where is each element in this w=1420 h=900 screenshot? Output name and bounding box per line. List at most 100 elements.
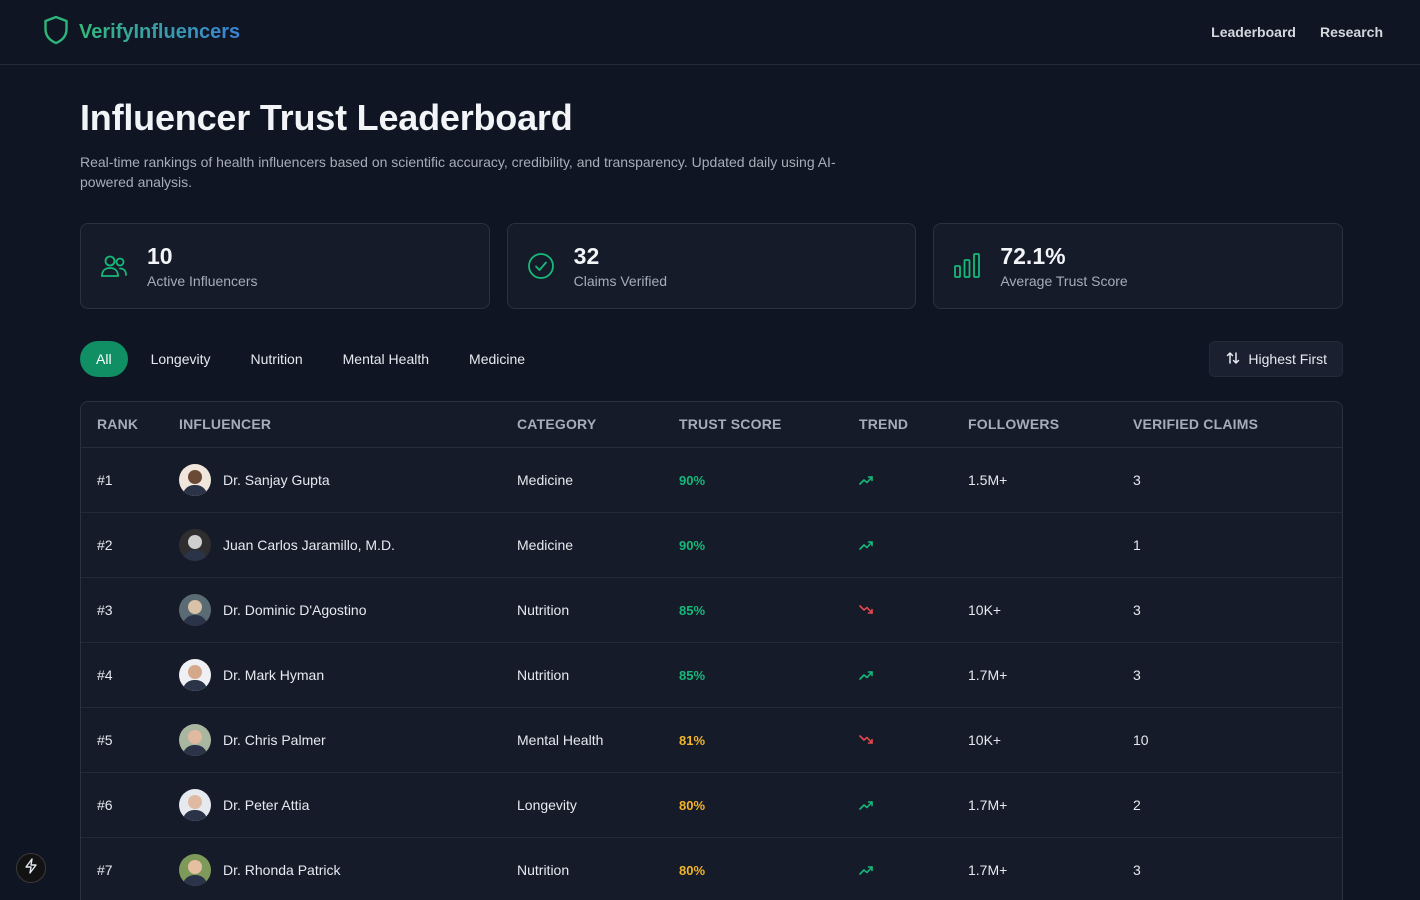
trend-up-icon — [859, 472, 873, 488]
followers-cell: 1.5M+ — [968, 447, 1133, 513]
filter-longevity[interactable]: Longevity — [131, 341, 231, 377]
influencer-cell: Dr. Sanjay Gupta — [179, 447, 517, 513]
col-influencer[interactable]: INFLUENCER — [179, 402, 517, 448]
trust-score: 80% — [679, 862, 706, 878]
table-header-row: RANK INFLUENCER CATEGORY TRUST SCORE TRE… — [81, 402, 1342, 448]
category-cell: Medicine — [517, 447, 679, 513]
category-cell: Mental Health — [517, 707, 679, 773]
stat-value: 10 — [147, 243, 173, 269]
rank-cell: #7 — [81, 837, 179, 900]
table-row[interactable]: #6 Dr. Peter Attia Longevity 80% 1.7M+ 2 — [81, 772, 1342, 838]
trend-up-icon — [859, 797, 873, 813]
brand-name: VerifyInfluencers — [79, 20, 241, 43]
rank-cell: #6 — [81, 772, 179, 838]
dev-tools-button[interactable] — [16, 853, 46, 883]
verified-claims-cell: 1 — [1133, 512, 1342, 578]
nav-research[interactable]: Research — [1320, 24, 1383, 40]
avatar[interactable] — [179, 593, 211, 626]
main-content: Influencer Trust Leaderboard Real-time r… — [0, 97, 1420, 900]
followers-cell: 1.7M+ — [968, 772, 1133, 838]
brand[interactable]: VerifyInfluencers — [43, 15, 240, 50]
table-row[interactable]: #7 Dr. Rhonda Patrick Nutrition 80% 1.7M… — [81, 837, 1342, 900]
table-row[interactable]: #1 Dr. Sanjay Gupta Medicine 90% 1.5M+ 3 — [81, 447, 1342, 513]
col-verified-claims[interactable]: VERIFIED CLAIMS — [1133, 402, 1342, 448]
followers-cell: 10K+ — [968, 577, 1133, 643]
trust-score-cell: 85% — [679, 642, 859, 708]
verified-claims-cell: 3 — [1133, 837, 1342, 900]
influencer-cell: Dr. Dominic D'Agostino — [179, 577, 517, 643]
category-cell: Nutrition — [517, 642, 679, 708]
influencer-name[interactable]: Dr. Peter Attia — [223, 797, 309, 813]
verified-claims-cell: 10 — [1133, 707, 1342, 773]
table-row[interactable]: #4 Dr. Mark Hyman Nutrition 85% 1.7M+ 3 — [81, 642, 1342, 708]
trust-score-cell: 85% — [679, 577, 859, 643]
page-title: Influencer Trust Leaderboard — [80, 97, 573, 138]
influencer-name[interactable]: Dr. Mark Hyman — [223, 667, 324, 683]
rank-cell: #5 — [81, 707, 179, 773]
trust-score: 85% — [679, 602, 706, 618]
category-cell: Nutrition — [517, 577, 679, 643]
influencer-name[interactable]: Dr. Dominic D'Agostino — [223, 602, 367, 618]
stat-label: Active Influencers — [147, 273, 258, 289]
trend-cell — [859, 837, 968, 900]
filter-nutrition[interactable]: Nutrition — [231, 341, 323, 377]
col-trend[interactable]: TREND — [859, 402, 968, 448]
leaderboard-table: RANK INFLUENCER CATEGORY TRUST SCORE TRE… — [80, 401, 1343, 900]
avatar[interactable] — [179, 528, 211, 561]
influencer-name[interactable]: Dr. Sanjay Gupta — [223, 472, 330, 488]
sort-arrows-icon — [1226, 351, 1240, 368]
influencer-name[interactable]: Dr. Chris Palmer — [223, 732, 326, 748]
filter-bar: All Longevity Nutrition Mental Health Me… — [80, 341, 1343, 377]
sort-button[interactable]: Highest First — [1209, 341, 1343, 377]
col-category[interactable]: CATEGORY — [517, 402, 679, 448]
stats-row: 10 Active Influencers 32 Claims Verified — [80, 223, 1344, 309]
table-row[interactable]: #3 Dr. Dominic D'Agostino Nutrition 85% … — [81, 577, 1342, 643]
category-filters: All Longevity Nutrition Mental Health Me… — [80, 341, 545, 377]
followers-cell: 10K+ — [968, 707, 1133, 773]
filter-all[interactable]: All — [80, 341, 128, 377]
shield-icon — [43, 15, 69, 50]
sort-label: Highest First — [1248, 351, 1327, 367]
main-nav: Leaderboard Research — [1211, 24, 1383, 40]
trend-cell — [859, 642, 968, 708]
stat-value: 32 — [573, 243, 600, 269]
col-followers[interactable]: FOLLOWERS — [968, 402, 1133, 448]
trust-score-cell: 90% — [679, 447, 859, 513]
trust-score: 81% — [679, 732, 706, 748]
avatar[interactable] — [179, 658, 211, 691]
table-row[interactable]: #5 Dr. Chris Palmer Mental Health 81% 10… — [81, 707, 1342, 773]
trust-score-cell: 90% — [679, 512, 859, 578]
filter-medicine[interactable]: Medicine — [449, 341, 545, 377]
trend-cell — [859, 707, 968, 773]
trust-score-cell: 81% — [679, 707, 859, 773]
influencer-name[interactable]: Juan Carlos Jaramillo, M.D. — [223, 537, 395, 553]
rank-cell: #2 — [81, 512, 179, 578]
stat-card-active-influencers: 10 Active Influencers — [80, 223, 490, 309]
trust-score-cell: 80% — [679, 772, 859, 838]
influencer-name[interactable]: Dr. Rhonda Patrick — [223, 862, 341, 878]
avatar[interactable] — [179, 463, 211, 496]
filter-mental-health[interactable]: Mental Health — [323, 341, 449, 377]
stat-label: Average Trust Score — [1000, 273, 1128, 289]
trust-score: 85% — [679, 667, 706, 683]
influencer-cell: Dr. Peter Attia — [179, 772, 517, 838]
trust-score-cell: 80% — [679, 837, 859, 900]
table-row[interactable]: #2 Juan Carlos Jaramillo, M.D. Medicine … — [81, 512, 1342, 578]
followers-cell — [968, 512, 1133, 578]
avatar[interactable] — [179, 788, 211, 821]
nav-leaderboard[interactable]: Leaderboard — [1211, 24, 1296, 40]
trend-cell — [859, 772, 968, 838]
trend-cell — [859, 577, 968, 643]
influencer-cell: Juan Carlos Jaramillo, M.D. — [179, 512, 517, 578]
trend-up-icon — [859, 537, 873, 553]
avatar[interactable] — [179, 723, 211, 756]
stat-card-claims-verified: 32 Claims Verified — [506, 223, 917, 309]
stat-value: 72.1% — [1000, 243, 1066, 269]
check-circle-icon — [526, 251, 556, 281]
col-trust-score[interactable]: TRUST SCORE — [679, 402, 859, 448]
stat-card-average-trust-score: 72.1% Average Trust Score — [933, 223, 1344, 309]
col-rank[interactable]: RANK — [81, 402, 179, 448]
avatar[interactable] — [179, 853, 211, 886]
page-subtitle: Real-time rankings of health influencers… — [80, 154, 836, 190]
verified-claims-cell: 3 — [1133, 642, 1342, 708]
